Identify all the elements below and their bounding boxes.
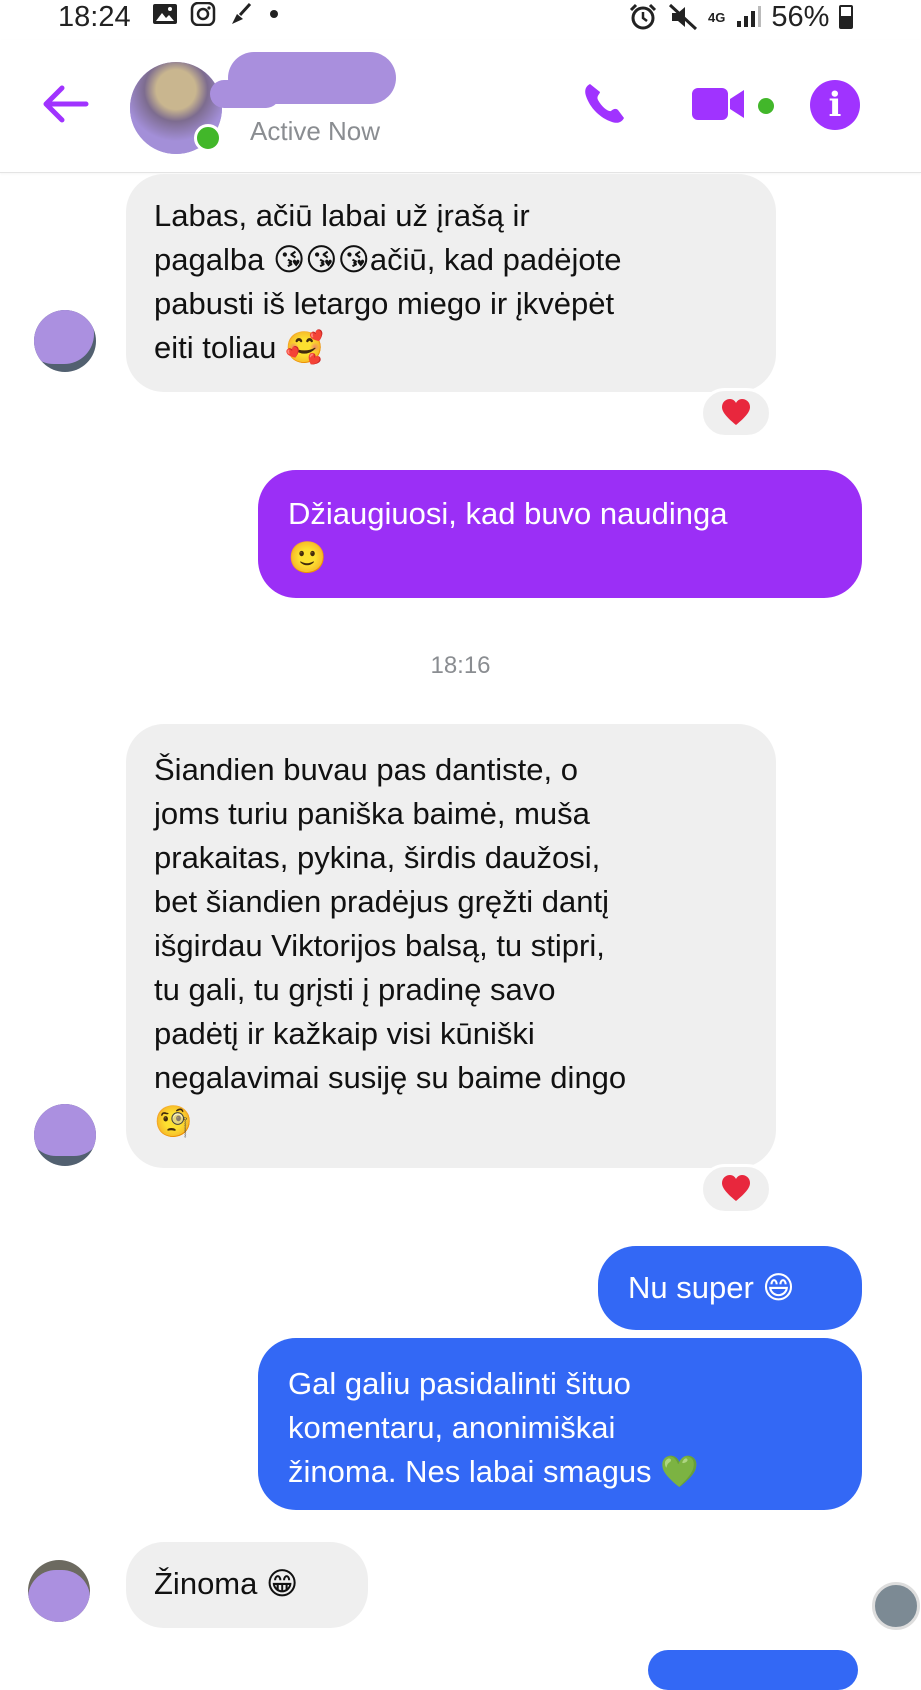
mute-icon [668, 3, 698, 31]
timestamp: 18:16 [430, 652, 491, 679]
incoming-message[interactable]: Žinoma 😁 [126, 1542, 368, 1628]
message-text: Žinoma 😁 [154, 1566, 299, 1601]
info-icon[interactable]: i [810, 80, 860, 130]
contact-name-redacted-part [210, 80, 280, 108]
heart-reaction[interactable] [700, 388, 772, 438]
back-arrow-icon[interactable] [40, 82, 90, 126]
heart-reaction[interactable] [700, 1164, 772, 1214]
instagram-icon [190, 2, 216, 26]
signal-icon [737, 6, 762, 27]
gallery-icon [153, 4, 177, 24]
sender-avatar [34, 310, 96, 372]
message-text: Nu super 😄 [628, 1270, 795, 1305]
online-indicator [194, 124, 222, 152]
conversation-header: Active Now i [0, 40, 921, 173]
message-text: Gal galiu pasidalinti šituo komentaru, a… [288, 1366, 699, 1489]
battery-percent: 56% [771, 0, 830, 33]
broom-icon [232, 2, 252, 24]
message-text: Džiaugiuosi, kad buvo naudinga 🙂 [288, 496, 728, 575]
alarm-icon [629, 3, 657, 30]
status-time: 18:24 [58, 1, 131, 33]
video-camera-icon[interactable] [690, 84, 746, 124]
seen-avatar [872, 1582, 920, 1630]
incoming-message[interactable]: Labas, ačiū labai už įrašą ir pagalba 😘😘… [126, 174, 776, 392]
incoming-message[interactable]: Šiandien buvau pas dantiste, o joms turi… [126, 724, 776, 1168]
outgoing-message[interactable]: Nu super 😄 [598, 1246, 862, 1330]
battery-icon [839, 5, 854, 29]
heart-icon [722, 1175, 750, 1201]
system-icons: 4G 56% [628, 0, 854, 34]
active-status: Active Now [250, 116, 381, 146]
sender-avatar [34, 1104, 96, 1166]
heart-icon [722, 399, 750, 425]
notification-icons [152, 2, 278, 26]
message-text: Labas, ačiū labai už įrašą ir pagalba 😘😘… [154, 198, 622, 365]
more-notifications-dot [270, 10, 278, 18]
network-label: 4G [708, 9, 726, 25]
outgoing-message[interactable]: Gal galiu pasidalinti šituo komentaru, a… [258, 1338, 862, 1510]
video-online-dot [758, 98, 774, 114]
message-text: Šiandien buvau pas dantiste, o joms turi… [154, 752, 627, 1139]
status-bar: 18:24 4G 56% [0, 0, 921, 34]
phone-icon[interactable] [580, 80, 628, 128]
outgoing-message-partial[interactable] [648, 1650, 858, 1690]
outgoing-message[interactable]: Džiaugiuosi, kad buvo naudinga 🙂 [258, 470, 862, 598]
sender-avatar [28, 1560, 90, 1622]
